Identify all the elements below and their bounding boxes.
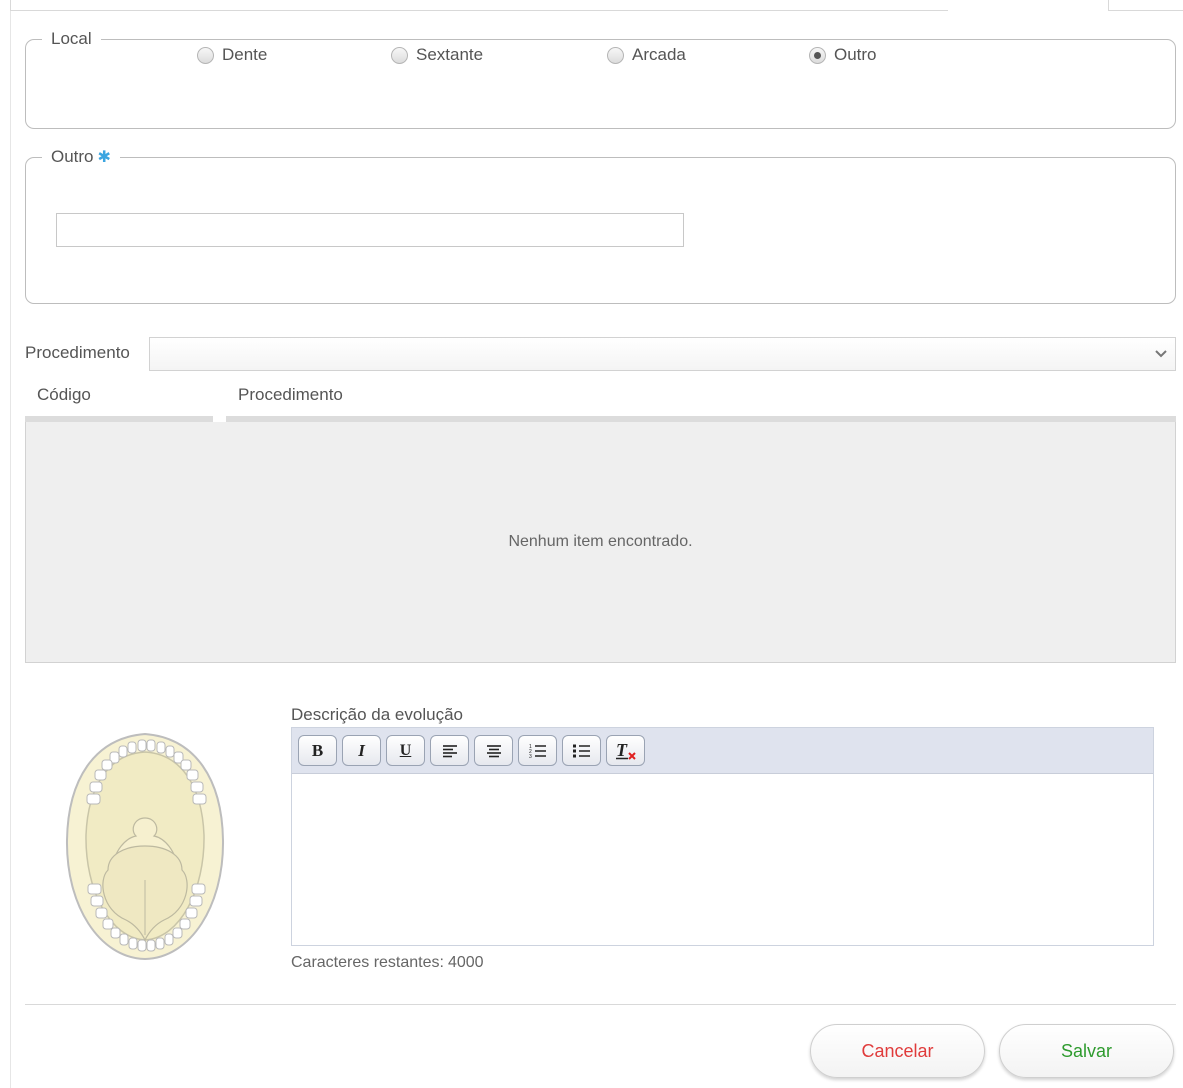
unordered-list-button[interactable]: [562, 735, 601, 766]
italic-button[interactable]: I: [342, 735, 381, 766]
cancel-button[interactable]: Cancelar: [810, 1024, 985, 1078]
local-fieldset: Local: [25, 29, 1176, 129]
svg-text:T: T: [616, 741, 628, 760]
empty-message: Nenhum item encontrado.: [508, 533, 693, 550]
bold-icon: B: [311, 740, 324, 760]
outro-legend: Outro ✱: [42, 147, 120, 167]
underline-icon: U: [399, 741, 412, 759]
ordered-list-button[interactable]: 123: [518, 735, 557, 766]
column-header-codigo[interactable]: Código: [37, 385, 91, 405]
mouth-odontogram-icon[interactable]: [64, 730, 226, 962]
procedimento-select[interactable]: [149, 337, 1176, 371]
italic-icon: I: [358, 740, 365, 760]
bold-button[interactable]: B: [298, 735, 337, 766]
local-legend: Local: [51, 29, 92, 48]
chars-remaining-count: 4000: [447, 954, 484, 971]
radio-circle-selected[interactable]: [809, 46, 826, 64]
remove-format-button[interactable]: T: [606, 735, 645, 766]
footer-divider: [25, 1004, 1176, 1005]
editor-toolbar: B I U 123 T: [292, 728, 1153, 774]
required-icon: ✱: [97, 149, 111, 166]
ordered-list-icon: 123: [529, 744, 546, 759]
chevron-down-icon[interactable]: [1147, 338, 1175, 370]
radio-circle[interactable]: [197, 46, 214, 64]
descricao-label: Descrição da evolução: [291, 705, 463, 724]
outro-input[interactable]: [56, 213, 684, 247]
radio-label: Arcada: [632, 45, 686, 64]
radio-outro[interactable]: Outro: [809, 45, 877, 65]
left-border: [10, 11, 11, 1088]
align-center-button[interactable]: [474, 735, 513, 766]
radio-sextante[interactable]: Sextante: [391, 45, 483, 65]
radio-label: Outro: [834, 45, 877, 64]
radio-label: Dente: [222, 45, 268, 64]
remove-format-icon: T: [615, 741, 636, 760]
procedimento-table: Nenhum item encontrado.: [25, 422, 1176, 663]
unordered-list-icon: [572, 744, 590, 757]
radio-circle[interactable]: [391, 46, 408, 64]
svg-text:3: 3: [529, 754, 532, 759]
chars-remaining-label: Caracteres restantes:: [291, 954, 444, 971]
chars-remaining: Caracteres restantes: 4000: [291, 954, 484, 972]
outro-legend-text: Outro: [51, 147, 94, 166]
rich-text-editor: B I U 123 T: [291, 727, 1154, 946]
align-center-icon: [486, 744, 501, 757]
procedimento-label: Procedimento: [25, 343, 130, 362]
underline-button[interactable]: U: [386, 735, 425, 766]
radio-label: Sextante: [416, 45, 484, 64]
column-header-procedimento[interactable]: Procedimento: [238, 385, 343, 405]
radio-arcada[interactable]: Arcada: [607, 45, 686, 65]
align-left-icon: [442, 744, 457, 757]
align-left-button[interactable]: [430, 735, 469, 766]
radio-dente[interactable]: Dente: [197, 45, 267, 65]
radio-circle[interactable]: [607, 46, 624, 64]
save-button[interactable]: Salvar: [999, 1024, 1174, 1078]
top-tab-border: [10, 0, 948, 11]
editor-text-area[interactable]: [292, 774, 1153, 946]
top-tab-border-right: [1108, 0, 1183, 11]
